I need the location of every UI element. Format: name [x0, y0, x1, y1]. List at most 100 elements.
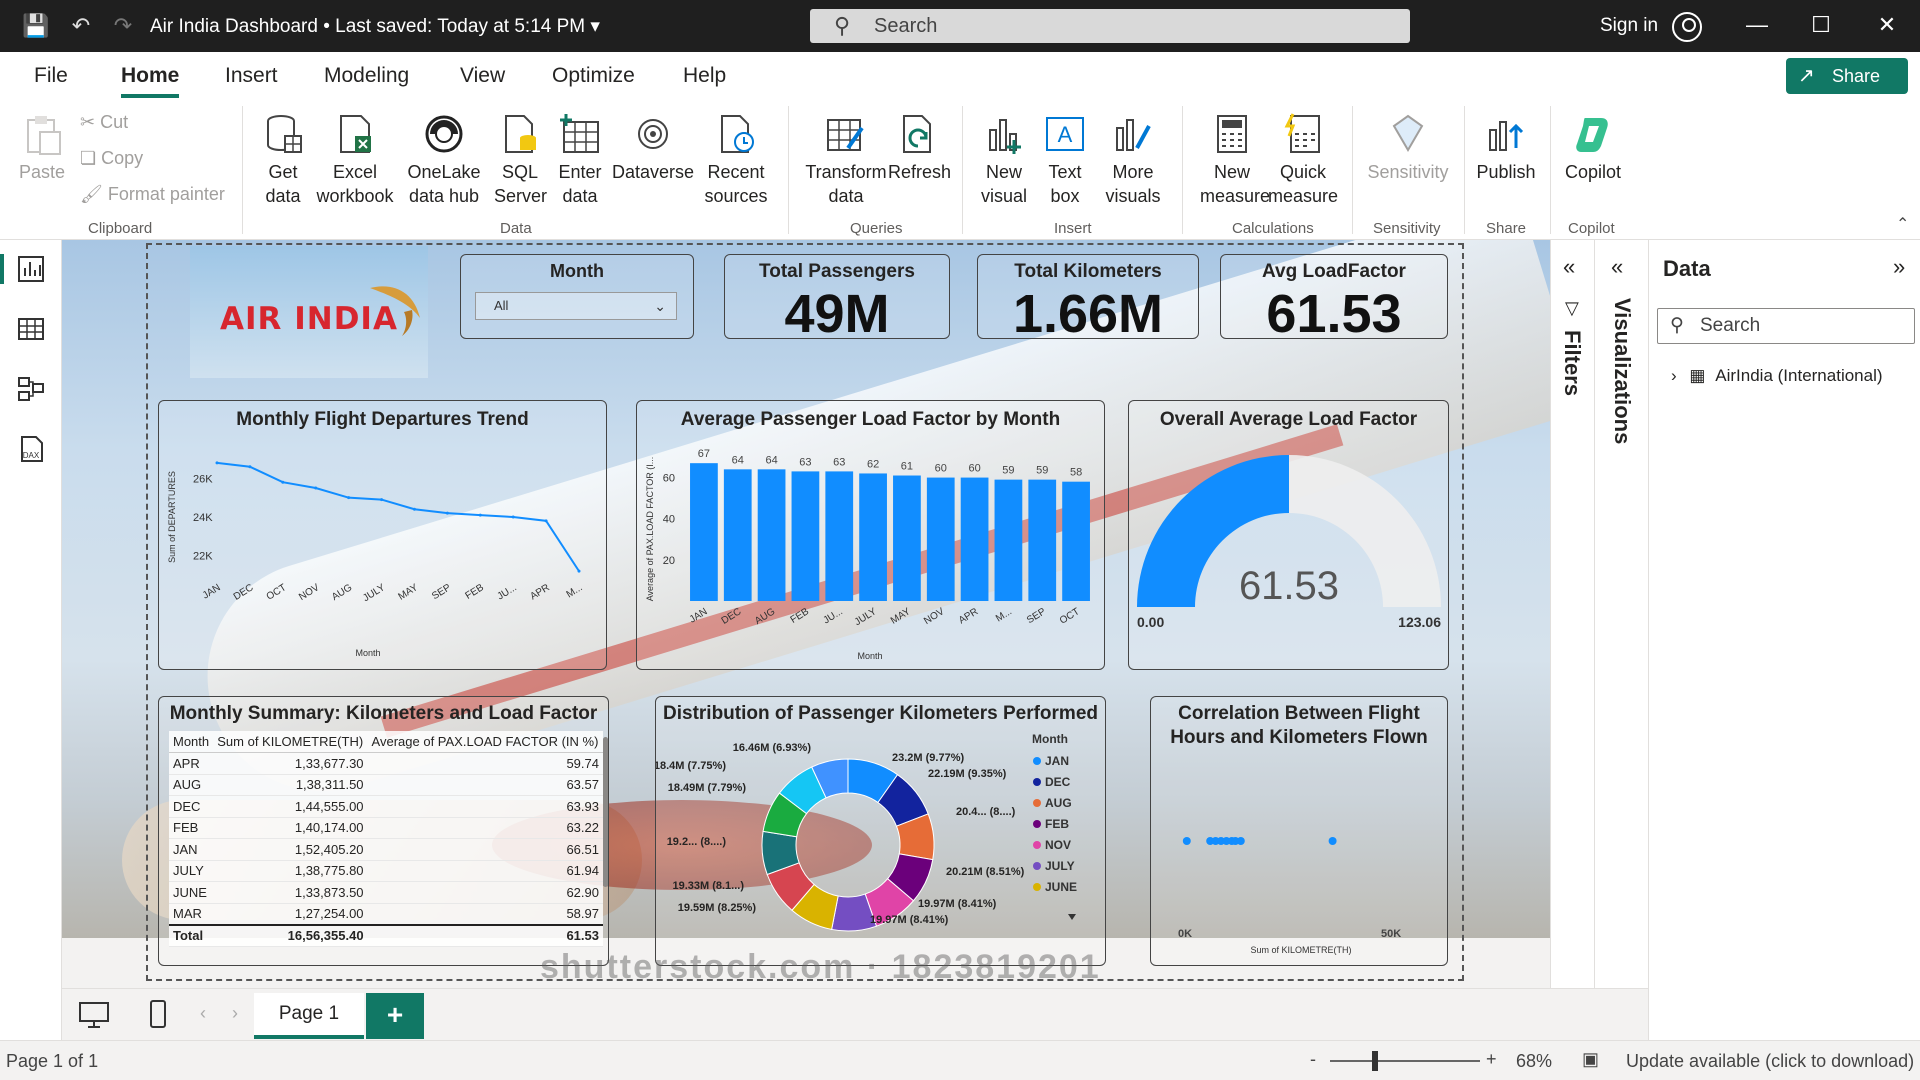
new-visual-icon — [989, 119, 1021, 154]
load-factor-gauge[interactable]: Overall Average Load Factor 61.53 0.00 123… — [1128, 400, 1449, 670]
departures-line-chart[interactable]: Monthly Flight Departures Trend 26K 24K 22… — [158, 400, 607, 670]
line-point — [347, 496, 351, 500]
zoom-slider-thumb[interactable] — [1372, 1051, 1378, 1071]
next-page-icon[interactable]: › — [232, 1003, 238, 1024]
close-icon[interactable]: ✕ — [1872, 12, 1902, 38]
dataverse-button[interactable]: Dataverse — [610, 112, 696, 184]
group-label-calculations: Calculations — [1232, 220, 1314, 237]
undo-icon[interactable]: ↶ — [68, 13, 94, 39]
zoom-in-icon[interactable]: + — [1486, 1049, 1497, 1070]
table-item-airindia[interactable]: › ▦ AirIndia (International) — [1671, 366, 1883, 386]
line-point — [577, 569, 581, 573]
add-page-button[interactable]: + — [366, 993, 424, 1039]
format-painter-button[interactable]: 🖌 Format painter — [80, 184, 225, 205]
correlation-scatter-chart[interactable]: Correlation Between Flight Hours and Kil… — [1150, 696, 1448, 966]
copy-button[interactable]: ❏ Copy — [80, 148, 143, 169]
transform-data-button[interactable]: Transform data — [800, 112, 892, 208]
visualizations-pane[interactable]: « Visualizations — [1594, 240, 1648, 988]
fit-to-page-icon[interactable]: ▣ — [1582, 1049, 1599, 1070]
quick-measure-button[interactable]: Quick measure — [1266, 112, 1340, 208]
cut-button[interactable]: ✂ Cut — [80, 112, 128, 133]
minimize-icon[interactable]: — — [1742, 12, 1772, 38]
table-view-icon[interactable] — [16, 314, 46, 344]
recent-icon — [721, 115, 754, 153]
text-box-button[interactable]: A Text box — [1040, 112, 1090, 208]
redo-icon[interactable]: ↷ — [110, 13, 136, 39]
x-tick-label: M... — [565, 582, 585, 600]
table-scrollbar[interactable] — [603, 737, 608, 887]
document-title[interactable]: Air India Dashboard • Last saved: Today … — [150, 15, 600, 38]
publish-button[interactable]: Publish — [1474, 112, 1538, 184]
share-button[interactable]: ↗ Share ⌄ — [1786, 58, 1908, 122]
tab-modeling[interactable]: Modeling — [324, 64, 409, 88]
collapse-left-icon[interactable]: « — [1611, 254, 1623, 280]
onelake-data-hub-button[interactable]: OneLake data hub — [398, 112, 490, 208]
collapse-ribbon-icon[interactable]: ⌃ — [1896, 214, 1909, 234]
save-icon[interactable]: 💾 — [22, 13, 49, 39]
tab-home[interactable]: Home — [121, 64, 180, 98]
dax-query-icon[interactable]: DAX — [16, 434, 46, 464]
tab-optimize[interactable]: Optimize — [552, 64, 635, 88]
desktop-layout-icon[interactable] — [78, 1001, 110, 1029]
legend-marker — [1033, 862, 1041, 870]
tab-help[interactable]: Help — [683, 64, 726, 88]
slice-label: 18.4M (7.75%) — [656, 760, 726, 772]
sign-in-link[interactable]: Sign in — [1600, 15, 1658, 37]
paste-button[interactable]: Paste — [18, 112, 66, 184]
page-tab-1[interactable]: Page 1 — [254, 993, 364, 1039]
legend-entry: NOV — [1045, 838, 1071, 852]
tab-insert[interactable]: Insert — [225, 64, 278, 88]
zoom-level[interactable]: 68% — [1516, 1051, 1552, 1072]
zoom-out-icon[interactable]: - — [1310, 1049, 1316, 1070]
line-point — [478, 513, 482, 517]
air-india-logo: AIR INDIA — [190, 246, 428, 378]
data-label: 67 — [698, 448, 710, 460]
model-view-icon[interactable] — [16, 374, 46, 404]
load-factor-bar-chart[interactable]: Average Passenger Load Factor by Month 6… — [636, 400, 1105, 670]
y-tick-label: 24K — [193, 512, 213, 524]
x-tick-label: MAY — [396, 582, 420, 603]
recent-sources-button[interactable]: Recent sources — [698, 112, 774, 208]
more-visuals-button[interactable]: More visuals — [1098, 112, 1168, 208]
collapse-left-icon[interactable]: « — [1563, 254, 1575, 280]
transform-icon — [827, 119, 864, 151]
x-tick-label: JAN — [201, 582, 223, 601]
slice-label: 16.46M (6.93%) — [733, 742, 812, 754]
monthly-summary-table[interactable]: Monthly Summary: Kilometers and Load Fac… — [158, 696, 609, 966]
column-header-load-factor[interactable]: Average of PAX.LOAD FACTOR (IN %) — [367, 731, 603, 753]
maximize-icon[interactable]: ☐ — [1806, 12, 1836, 38]
excel-workbook-button[interactable]: Excel workbook — [314, 112, 396, 208]
new-measure-button[interactable]: New measure — [1200, 112, 1270, 208]
avatar-icon[interactable] — [1672, 12, 1702, 42]
month-slicer-dropdown[interactable]: All ⌄ — [475, 292, 677, 320]
enter-data-button[interactable]: Enter data — [554, 112, 606, 208]
expand-right-icon[interactable]: » — [1893, 254, 1905, 280]
x-axis-label: Month — [857, 651, 882, 661]
scatter-plot: 0K 50K Sum of KILOMETRE(TH) — [1178, 837, 1401, 955]
mobile-layout-icon[interactable] — [148, 999, 168, 1029]
scatter-point — [1328, 837, 1337, 845]
legend-entry: DEC — [1045, 775, 1071, 789]
column-header-kilometre[interactable]: Sum of KILOMETRE(TH) — [213, 731, 368, 753]
filters-pane[interactable]: « ▽ Filters — [1550, 240, 1594, 988]
update-available-link[interactable]: Update available (click to download) — [1626, 1051, 1914, 1072]
kilometers-donut-chart[interactable]: Distribution of Passenger Kilometers Per… — [655, 696, 1106, 966]
get-data-button[interactable]: Get data — [252, 112, 314, 208]
copilot-button[interactable]: Copilot — [1558, 112, 1628, 184]
prev-page-icon[interactable]: ‹ — [200, 1003, 206, 1024]
tab-view[interactable]: View — [460, 64, 505, 88]
sql-server-button[interactable]: SQL Server — [494, 112, 547, 208]
column-header-month[interactable]: Month — [169, 731, 214, 753]
refresh-button[interactable]: Refresh — [888, 112, 951, 184]
zoom-slider[interactable] — [1330, 1060, 1480, 1062]
line-point — [248, 465, 252, 469]
report-view-icon[interactable] — [16, 254, 46, 284]
data-search-input[interactable]: ⚲ Search — [1657, 308, 1915, 344]
new-visual-button[interactable]: New visual — [976, 112, 1032, 208]
kpi-avg-loadfactor: Avg LoadFactor 61.53 — [1220, 254, 1448, 344]
search-input[interactable]: ⚲ Search — [810, 9, 1410, 43]
divider — [1464, 106, 1465, 234]
sensitivity-button[interactable]: Sensitivity — [1364, 112, 1452, 184]
tab-file[interactable]: File — [34, 64, 68, 88]
data-label: 64 — [732, 454, 744, 466]
